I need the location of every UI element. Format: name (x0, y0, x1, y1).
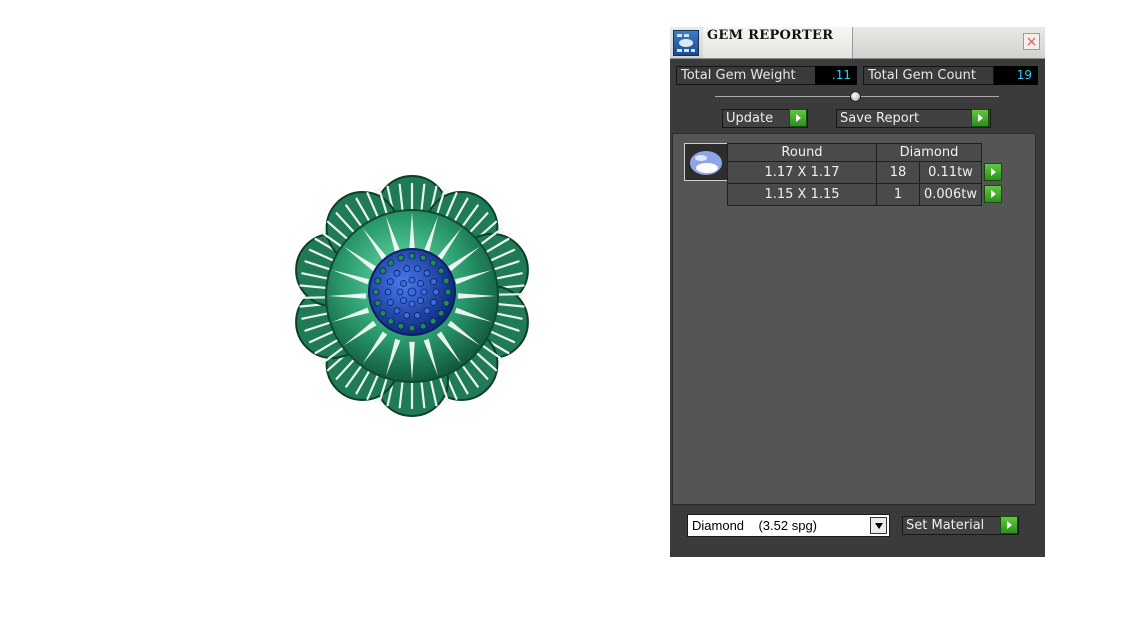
update-button-label: Update (726, 111, 774, 126)
gem-stone (408, 324, 416, 332)
gem-size-cell: 1.17 X 1.17 (727, 161, 877, 184)
gem-stone (442, 277, 450, 285)
gem-stone (372, 288, 380, 296)
gem-stone (430, 278, 438, 285)
gem-stone (442, 299, 450, 307)
chevron-down-icon[interactable] (870, 517, 887, 534)
gem-stone (408, 276, 416, 284)
set-material-go-icon[interactable] (1000, 516, 1018, 534)
gem-stone (387, 278, 394, 285)
slider-handle[interactable] (850, 91, 861, 102)
save-report-go-icon[interactable] (971, 109, 989, 127)
gem-stone (396, 288, 404, 296)
gem-stone (417, 297, 424, 304)
table-row[interactable]: 1.15 X 1.15 1 0.006tw (727, 183, 1003, 206)
gem-stone (408, 252, 416, 260)
panel-title: GEM REPORTER (707, 28, 834, 43)
close-icon[interactable]: × (1023, 33, 1040, 50)
gem-weight-cell: 0.006tw (919, 183, 982, 206)
gem-stone (387, 259, 395, 267)
gem-stone (403, 311, 411, 319)
gem-stone (397, 254, 405, 262)
save-report-button[interactable]: Save Report (836, 109, 991, 128)
total-gem-count-value: 19 (994, 66, 1038, 85)
round-gem-icon (684, 143, 729, 181)
gem-stone (393, 269, 401, 277)
gem-stone (403, 265, 411, 272)
material-selected-value: Diamond (3.52 spg) (692, 518, 818, 533)
gem-stone (400, 297, 407, 304)
gem-stone (429, 259, 437, 267)
gem-report-area: Round Diamond 1.17 X 1.17 18 0.11tw 1.15… (672, 133, 1036, 505)
gem-stone (429, 317, 437, 325)
gem-count-cell: 18 (876, 161, 920, 184)
gem-stone (379, 267, 387, 275)
table-header-row: Round Diamond (727, 143, 1003, 162)
gem-stone (417, 280, 424, 287)
row-go-icon[interactable] (983, 162, 1002, 181)
gem-stone (397, 322, 405, 330)
gem-stone (387, 317, 395, 325)
gem-stone (413, 265, 421, 272)
gem-stone (379, 309, 387, 317)
gem-stone (407, 287, 417, 297)
gem-reporter-app-icon (673, 30, 699, 56)
gem-stone (430, 298, 438, 306)
gem-stone (423, 269, 431, 277)
gem-stone (408, 300, 416, 308)
gem-stone (420, 288, 428, 296)
total-gem-count-label: Total Gem Count (863, 66, 994, 85)
row-go-icon[interactable] (984, 184, 1003, 203)
gem-stone (419, 254, 427, 262)
total-gem-weight-label: Total Gem Weight (676, 66, 816, 85)
gem-stone (387, 298, 394, 306)
header-material: Diamond (876, 143, 982, 162)
flower-jewelry-model (295, 175, 529, 417)
3d-viewport[interactable] (0, 0, 660, 634)
gem-stone (413, 311, 421, 319)
header-shape: Round (727, 143, 877, 162)
gem-stone (393, 307, 401, 315)
gem-stone (423, 307, 431, 315)
gem-reporter-panel: GEM REPORTER × Total Gem Weight .11 Tota… (670, 27, 1045, 557)
gem-stone (384, 288, 392, 296)
gem-size-cell: 1.15 X 1.15 (727, 183, 877, 206)
gem-stone (374, 299, 382, 307)
material-dropdown[interactable]: Diamond (3.52 spg) (687, 514, 890, 537)
total-gem-weight-value: .11 (815, 66, 857, 85)
title-bar[interactable]: GEM REPORTER × (670, 27, 1045, 59)
gem-stone (432, 288, 440, 296)
save-report-button-label: Save Report (840, 111, 920, 126)
gem-stone (419, 322, 427, 330)
gem-table: Round Diamond 1.17 X 1.17 18 0.11tw 1.15… (727, 143, 1003, 206)
gem-count-cell: 1 (876, 183, 920, 206)
title-tab: GEM REPORTER (703, 27, 853, 58)
set-material-button-label: Set Material (906, 518, 985, 533)
gem-stone (437, 309, 445, 317)
gem-stone (444, 288, 452, 296)
gem-stone (374, 277, 382, 285)
table-row[interactable]: 1.17 X 1.17 18 0.11tw (727, 161, 1003, 184)
gem-weight-cell: 0.11tw (919, 161, 982, 184)
gem-stone (437, 267, 445, 275)
update-go-icon[interactable] (789, 109, 807, 127)
gem-stone (400, 280, 407, 287)
